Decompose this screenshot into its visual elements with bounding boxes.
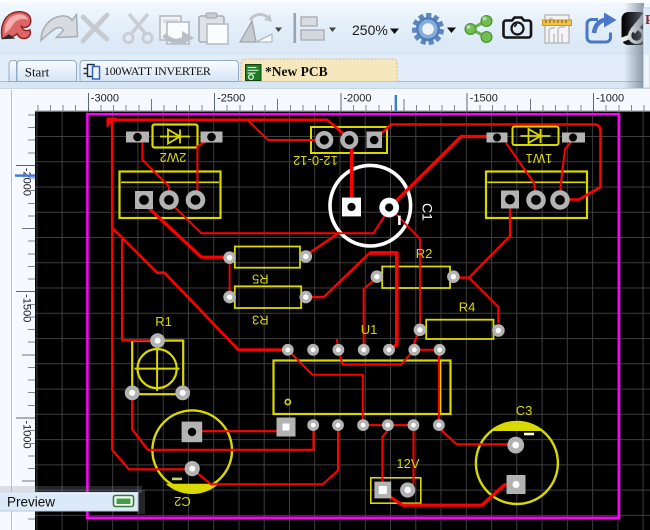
svg-text:R5: R5	[252, 272, 269, 287]
svg-text:C1: C1	[420, 203, 436, 221]
svg-text:2W2: 2W2	[160, 150, 187, 165]
svg-text:-2500: -2500	[217, 93, 245, 105]
svg-text:-3000: -3000	[91, 93, 119, 105]
svg-text:Start: Start	[25, 65, 50, 80]
svg-text:C3: C3	[516, 403, 533, 418]
svg-text:P: P	[645, 13, 650, 28]
svg-text:R3: R3	[252, 313, 269, 328]
svg-text:-1000: -1000	[21, 421, 33, 449]
svg-text:U1: U1	[361, 322, 378, 337]
svg-text:1W1: 1W1	[526, 151, 553, 166]
svg-text:250%: 250%	[352, 22, 388, 38]
svg-text:12V: 12V	[396, 456, 419, 471]
svg-text:-2000: -2000	[21, 168, 33, 196]
svg-text:12-0-12: 12-0-12	[293, 153, 338, 168]
svg-text:R4: R4	[459, 300, 476, 315]
svg-text:R1: R1	[155, 314, 172, 329]
svg-text:R2: R2	[416, 246, 433, 261]
svg-text:-1000: -1000	[596, 93, 624, 105]
svg-text:*New PCB: *New PCB	[265, 64, 328, 79]
svg-text:-2000: -2000	[343, 93, 371, 105]
svg-text:100WATT INVERTER: 100WATT INVERTER	[104, 64, 211, 78]
svg-text:-1500: -1500	[21, 294, 33, 322]
svg-text:-1500: -1500	[470, 93, 498, 105]
svg-text:Preview: Preview	[7, 495, 55, 510]
svg-text:C2: C2	[174, 494, 191, 509]
